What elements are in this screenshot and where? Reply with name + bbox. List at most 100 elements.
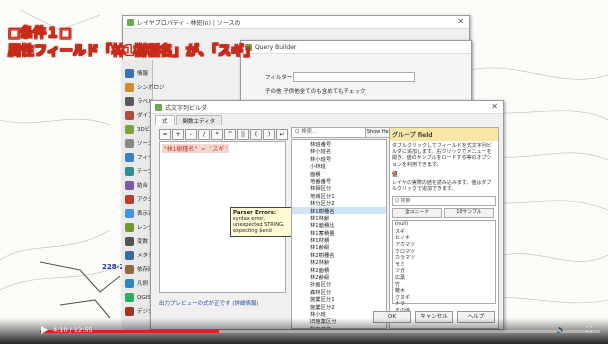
field-list-item[interactable]: 林1材積	[292, 236, 386, 244]
expression-text: "林1樹種名" = 'スギ'	[162, 144, 229, 153]
concat-operator-button[interactable]: ||	[237, 129, 249, 140]
sidebar-item-icon	[125, 96, 134, 106]
field-list-item[interactable]: 林1齢級	[292, 243, 386, 251]
divide-operator-button[interactable]: /	[198, 129, 210, 140]
help-title: グループ field	[390, 128, 498, 141]
sidebar-item-label: 変数	[137, 239, 149, 245]
value-list-item[interactable]: クヌギ	[393, 294, 495, 301]
value-list-item[interactable]: ツガ	[393, 267, 495, 274]
field-list-item[interactable]: 林分区分2	[292, 199, 386, 207]
field-list-item[interactable]: 地域区分1	[292, 192, 386, 200]
sidebar-item-icon	[125, 68, 134, 78]
power-operator-button[interactable]: ^	[224, 129, 236, 140]
sidebar-item-icon	[125, 82, 134, 92]
sidebar-item-icon	[125, 264, 134, 274]
field-list-item[interactable]: 施業区分1	[292, 295, 386, 303]
expression-builder-window: 式文字列ビルダ ✕ 式 関数エディタ = + - / * ^ || ( ) ↵ …	[150, 100, 504, 330]
field-list-item[interactable]: 林1林齢	[292, 214, 386, 222]
expression-status[interactable]: 出力プレビューの式が正です (詳細情報)	[159, 299, 259, 307]
value-search-input[interactable]: Q 検索	[392, 196, 496, 207]
minus-operator-button[interactable]: -	[185, 129, 197, 140]
overlay-caption-line2: 属性フィールド「林1樹種名」が、「スギ」	[8, 44, 258, 60]
sidebar-item-icon	[125, 166, 134, 176]
sidebar-item-icon	[125, 180, 134, 190]
sidebar-item-icon	[125, 236, 134, 246]
qgis-icon	[155, 103, 162, 111]
value-list[interactable]: (null)スギヒノキアカマツクロマツカラマツモミツガ広葉竹雑木クヌギナラその他	[392, 220, 496, 314]
field-list-item[interactable]: 林1蓄積量	[292, 229, 386, 237]
sidebar-item-icon	[125, 152, 134, 162]
query-builder-title: Query Builder	[255, 43, 297, 51]
tab-expression[interactable]: 式	[155, 115, 175, 125]
field-list-item[interactable]: 面積	[292, 170, 386, 178]
field-list-item[interactable]: 小林班	[292, 162, 386, 170]
filter-option-label[interactable]: 子の他 子供他全てのも含めてもチェック	[265, 87, 365, 95]
sidebar-item-icon	[125, 208, 134, 218]
value-list-item[interactable]: クロマツ	[393, 248, 495, 255]
value-list-item[interactable]: カラマツ	[393, 254, 495, 261]
sidebar-item[interactable]: シンボロジ	[122, 80, 182, 94]
sidebar-item-label: 結合	[137, 183, 149, 189]
value-list-item[interactable]: 広葉	[393, 274, 495, 281]
sidebar-item-icon	[125, 250, 134, 260]
close-icon[interactable]: ✕	[457, 17, 464, 26]
help-values-heading: 値	[392, 171, 398, 178]
field-list-item[interactable]: 林2林齢	[292, 258, 386, 266]
value-list-item[interactable]: スギ	[393, 228, 495, 235]
field-list-item[interactable]: 計画区分	[292, 280, 386, 288]
field-list-item[interactable]: 林小班名	[292, 147, 386, 155]
play-icon[interactable]	[41, 326, 48, 334]
query-builder-titlebar: Query Builder	[241, 41, 471, 54]
function-search-input[interactable]: Q 検索...	[291, 127, 366, 138]
field-list-item[interactable]: 林2齢級	[292, 273, 386, 281]
sidebar-item-icon	[125, 138, 134, 148]
field-list-item[interactable]: 森林区分	[292, 288, 386, 296]
sidebar-item-label: 凡例	[137, 281, 149, 287]
value-list-item[interactable]: 雑木	[393, 287, 495, 294]
multiply-operator-button[interactable]: *	[211, 129, 223, 140]
field-list-item[interactable]: 林小班号	[292, 155, 386, 163]
layer-properties-titlebar: レイヤプロパティ - 林班(n) | ソースの ✕	[123, 16, 469, 29]
filter-input[interactable]	[293, 72, 415, 82]
value-list-item[interactable]: モミ	[393, 261, 495, 268]
sidebar-item-label: シンボロジ	[137, 85, 165, 91]
field-list-item[interactable]: 林1樹種名	[292, 206, 386, 215]
sidebar-item-icon	[125, 124, 134, 134]
open-paren-button[interactable]: (	[250, 129, 262, 140]
value-list-item[interactable]: アカマツ	[393, 241, 495, 248]
sidebar-item-icon	[125, 194, 134, 204]
close-icon[interactable]: ✕	[491, 102, 498, 111]
sidebar-item[interactable]: 情報	[122, 66, 182, 80]
field-list-item[interactable]: 林1面積比	[292, 221, 386, 229]
all-unique-button[interactable]: 全ユニーク	[392, 208, 442, 219]
expression-editor[interactable]: "林1樹種名" = 'スギ' Parser Errors: syntax err…	[159, 141, 298, 293]
value-list-item[interactable]: ナラ	[393, 300, 495, 307]
equals-operator-button[interactable]: =	[159, 129, 171, 140]
value-list-item[interactable]: 竹	[393, 281, 495, 288]
field-list-item[interactable]: 林班番号	[292, 140, 386, 148]
sidebar-item-icon	[125, 222, 134, 232]
sidebar-item-icon	[125, 292, 134, 302]
overlay-caption-line1: □条件１□	[8, 26, 72, 42]
plus-operator-button[interactable]: +	[172, 129, 184, 140]
field-list-item[interactable]: 施業区分2	[292, 303, 386, 311]
field-list[interactable]: 林班番号 林小班名 林小班号 小林班 面積 地番番号 林相区分 地域区分1 林分区分2 林1樹種名…	[291, 139, 387, 329]
field-list-item[interactable]: 林相区分	[292, 184, 386, 192]
tab-function-editor[interactable]: 関数エディタ	[175, 115, 223, 125]
expression-builder-title: 式文字列ビルダ	[165, 104, 208, 112]
field-list-item[interactable]: 林2樹種名	[292, 251, 386, 259]
field-list-item[interactable]: 地番番号	[292, 177, 386, 185]
sidebar-item-icon	[125, 110, 134, 120]
value-list-item[interactable]: ヒノキ	[393, 234, 495, 241]
value-buttons: 全ユニーク 10サンプル	[392, 208, 496, 219]
value-list-item[interactable]: (null)	[393, 221, 495, 228]
expression-tabs: 式 関数エディタ	[155, 115, 223, 125]
ten-samples-button[interactable]: 10サンプル	[444, 208, 494, 219]
field-list-item[interactable]: 林2面積	[292, 266, 386, 274]
newline-button[interactable]: ↵	[276, 129, 288, 140]
help-panel: グループ field ダブルクリックしてフィールドを式文字列ビルダに追加します。…	[389, 127, 499, 329]
sidebar-item-icon	[125, 278, 134, 288]
fullscreen-icon[interactable]: ⛶	[586, 325, 592, 335]
volume-icon[interactable]: 🔈	[556, 325, 566, 334]
close-paren-button[interactable]: )	[263, 129, 275, 140]
